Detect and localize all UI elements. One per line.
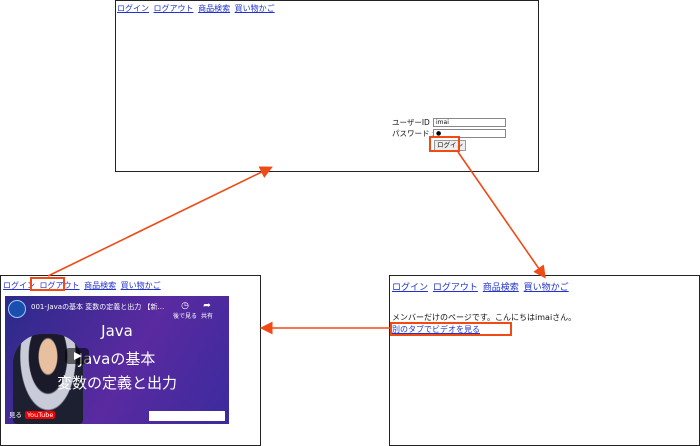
arrow-login-to-member bbox=[457, 151, 546, 279]
arrow-logout-to-login bbox=[47, 166, 273, 277]
flow-arrows bbox=[47, 151, 546, 335]
